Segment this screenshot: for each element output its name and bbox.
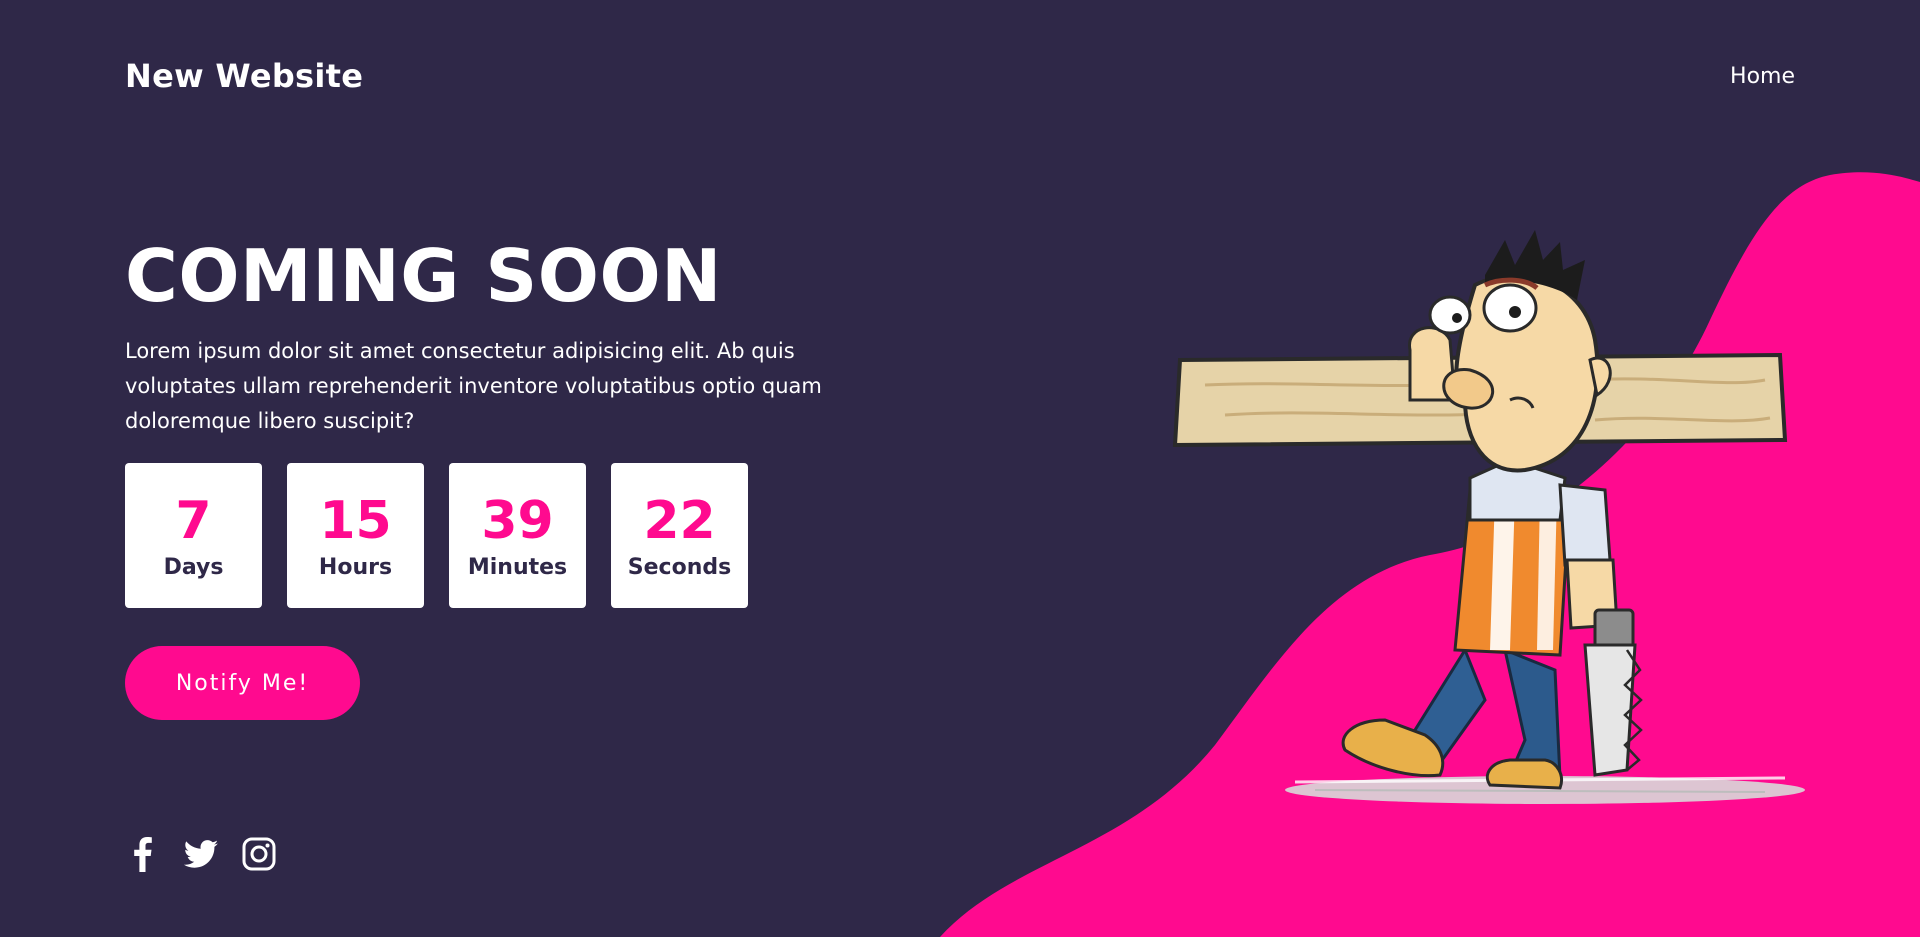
countdown-days: 7 Days [125, 463, 262, 608]
notify-me-button[interactable]: Notify Me! [125, 646, 360, 720]
page-title: COMING SOON [125, 234, 722, 318]
instagram-icon[interactable] [241, 836, 277, 872]
nav-link-home[interactable]: Home [1730, 64, 1795, 89]
countdown-minutes-value: 39 [481, 491, 554, 551]
countdown-seconds-value: 22 [643, 491, 716, 551]
page: New Website Home COMING SOON Lorem ipsum… [0, 0, 1920, 937]
site-logo-text[interactable]: New Website [125, 57, 363, 95]
carpenter-illustration [1172, 230, 1805, 804]
social-links [125, 836, 277, 872]
countdown-timer: 7 Days 15 Hours 39 Minutes 22 Seconds [125, 463, 885, 608]
countdown-seconds-label: Seconds [627, 555, 732, 580]
countdown-hours: 15 Hours [287, 463, 424, 608]
countdown-hours-label: Hours [318, 555, 393, 580]
countdown-hours-value: 15 [319, 491, 392, 551]
countdown-seconds: 22 Seconds [611, 463, 748, 608]
site-header: New Website Home [125, 54, 1795, 98]
facebook-icon[interactable] [125, 836, 161, 872]
countdown-days-value: 7 [175, 491, 212, 551]
countdown-days-label: Days [163, 555, 224, 580]
hero-section: COMING SOON Lorem ipsum dolor sit amet c… [125, 228, 885, 720]
twitter-icon[interactable] [183, 836, 219, 872]
countdown-minutes-label: Minutes [467, 555, 568, 580]
countdown-minutes: 39 Minutes [449, 463, 586, 608]
hero-description: Lorem ipsum dolor sit amet consectetur a… [125, 339, 822, 433]
